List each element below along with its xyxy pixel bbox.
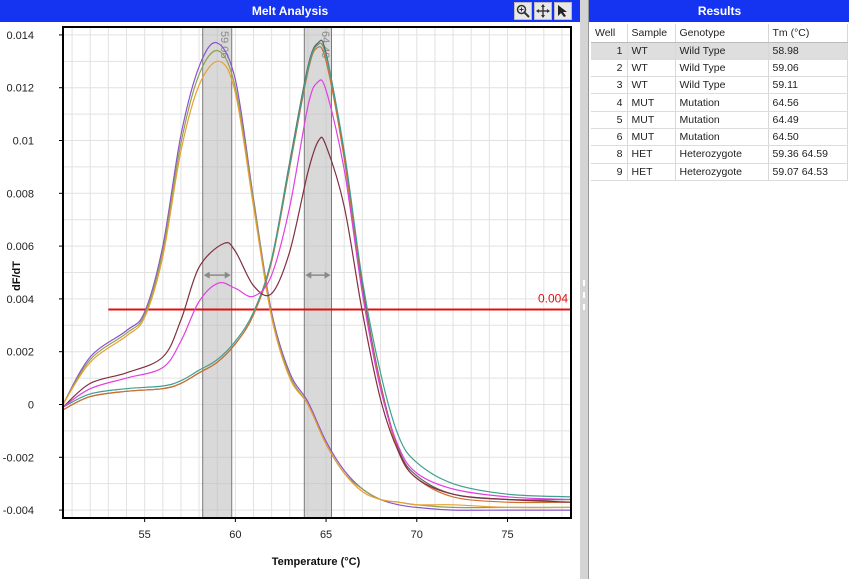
melt-analysis-title-bar: Melt Analysis — [0, 0, 580, 22]
cell-sample: HET — [627, 145, 676, 164]
x-tick-label: 65 — [320, 529, 332, 541]
table-row[interactable]: 4 MUT Mutation 64.56 — [591, 93, 848, 112]
cell-genotype: Wild Type — [675, 59, 769, 78]
cell-genotype: Heterozygote — [675, 163, 769, 181]
cell-sample: WT — [627, 76, 676, 95]
cell-tm: 59.36 64.59 — [768, 145, 848, 164]
splitter-grip — [583, 304, 585, 310]
x-tick-label: 55 — [139, 529, 151, 541]
x-tick-label: 70 — [411, 529, 423, 541]
column-header-genotype[interactable]: Genotype — [675, 24, 769, 43]
x-axis-label: Temperature (°C) — [272, 556, 361, 568]
results-panel: Results Well Sample Genotype Tm (°C) 1 WT… — [588, 0, 849, 579]
cell-well: 8 — [591, 145, 628, 164]
y-tick-label: -0.004 — [3, 505, 34, 517]
y-tick-label: 0.008 — [6, 188, 34, 200]
cell-well: 4 — [591, 93, 628, 112]
pointer-icon[interactable] — [554, 2, 572, 20]
cell-sample: HET — [627, 163, 676, 181]
y-tick-label: 0.006 — [6, 241, 34, 253]
x-tick-label: 60 — [229, 529, 241, 541]
chart-toolbar — [514, 2, 572, 20]
cell-tm: 59.11 — [768, 76, 848, 95]
cell-tm: 58.98 — [768, 42, 848, 60]
y-tick-label: 0.01 — [13, 136, 34, 148]
table-row[interactable]: 3 WT Wild Type 59.11 — [591, 76, 848, 95]
column-header-sample[interactable]: Sample — [627, 24, 676, 43]
table-row[interactable]: 2 WT Wild Type 59.06 — [591, 59, 848, 78]
melt-analysis-title: Melt Analysis — [251, 4, 329, 18]
cell-genotype: Wild Type — [675, 76, 769, 95]
cell-tm: 59.07 64.53 — [768, 163, 848, 181]
cell-well: 6 — [591, 128, 628, 147]
y-tick-label: 0.014 — [6, 30, 34, 42]
y-tick-label: 0.012 — [6, 83, 34, 95]
table-row[interactable]: 1 WT Wild Type 58.98 — [591, 42, 848, 60]
melt-analysis-panel: Melt Analysis 59.06 64.49 0.004 -0.004 -… — [0, 0, 580, 579]
results-header-row: Well Sample Genotype Tm (°C) — [591, 24, 848, 43]
cell-sample: WT — [627, 59, 676, 78]
cell-tm: 64.49 — [768, 111, 848, 129]
results-title-bar: Results — [589, 0, 849, 22]
table-row[interactable]: 6 MUT Mutation 64.50 — [591, 128, 848, 147]
panel-splitter[interactable] — [580, 0, 588, 579]
y-tick-label: 0 — [28, 399, 34, 411]
table-row[interactable]: 8 HET Heterozygote 59.36 64.59 — [591, 145, 848, 164]
y-axis-label: dF/dT — [11, 261, 23, 291]
cell-genotype: Wild Type — [675, 42, 769, 60]
cell-sample: WT — [627, 42, 676, 60]
cell-well: 9 — [591, 163, 628, 181]
cell-tm: 64.50 — [768, 128, 848, 147]
cell-tm: 64.56 — [768, 93, 848, 112]
cell-sample: MUT — [627, 111, 676, 129]
peak-region-label: 64.49 — [319, 31, 331, 59]
column-header-well[interactable]: Well — [591, 24, 628, 43]
table-row[interactable]: 5 MUT Mutation 64.49 — [591, 111, 848, 129]
cell-well: 5 — [591, 111, 628, 129]
peak-region — [202, 26, 233, 519]
results-table: Well Sample Genotype Tm (°C) 1 WT Wild Typ… — [591, 24, 848, 181]
cell-genotype: Heterozygote — [675, 145, 769, 164]
cell-sample: MUT — [627, 93, 676, 112]
cell-well: 3 — [591, 76, 628, 95]
cell-genotype: Mutation — [675, 111, 769, 129]
y-tick-label: 0.004 — [6, 294, 34, 306]
y-tick-label: 0.002 — [6, 347, 34, 359]
cell-well: 2 — [591, 59, 628, 78]
column-header-tm[interactable]: Tm (°C) — [768, 24, 848, 43]
splitter-grip — [583, 280, 585, 286]
pan-icon[interactable] — [534, 2, 552, 20]
cell-tm: 59.06 — [768, 59, 848, 78]
cell-well: 1 — [591, 42, 628, 60]
cell-genotype: Mutation — [675, 128, 769, 147]
y-tick-label: -0.002 — [3, 452, 34, 464]
cell-genotype: Mutation — [675, 93, 769, 112]
cell-sample: MUT — [627, 128, 676, 147]
threshold-label: 0.004 — [538, 291, 568, 305]
table-row[interactable]: 9 HET Heterozygote 59.07 64.53 — [591, 163, 848, 181]
melt-curve-chart: 59.06 64.490.004-0.004-0.00200.0020.0040.… — [3, 26, 572, 568]
results-title: Results — [697, 4, 742, 18]
results-body: 1 WT Wild Type 58.98 2 WT Wild Type 59.06 3 WT Wil… — [591, 42, 848, 181]
x-tick-label: 75 — [501, 529, 513, 541]
zoom-icon[interactable] — [514, 2, 532, 20]
splitter-grip — [583, 292, 585, 298]
